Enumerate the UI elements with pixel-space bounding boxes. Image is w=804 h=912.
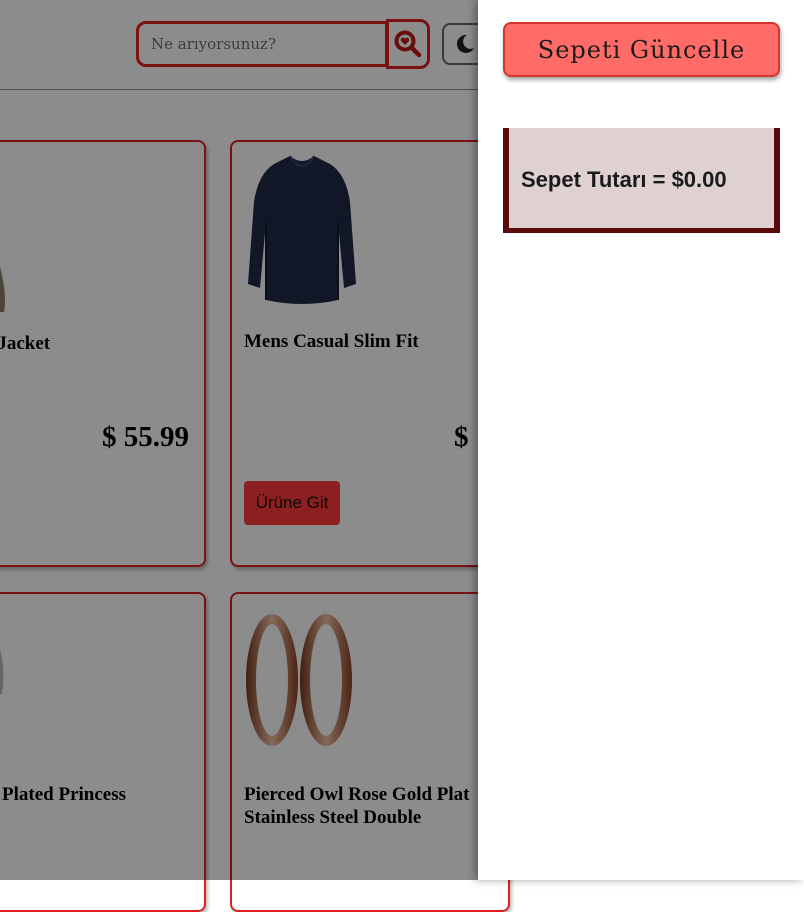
modal-overlay[interactable] — [0, 0, 478, 880]
cart-drawer: Sepeti Güncelle Sepet Tutarı = $0.00 — [478, 0, 804, 880]
cart-total-box: Sepet Tutarı = $0.00 — [503, 128, 780, 233]
update-cart-button[interactable]: Sepeti Güncelle — [503, 22, 780, 77]
cart-total-label: Sepet Tutarı = $0.00 — [521, 167, 727, 192]
